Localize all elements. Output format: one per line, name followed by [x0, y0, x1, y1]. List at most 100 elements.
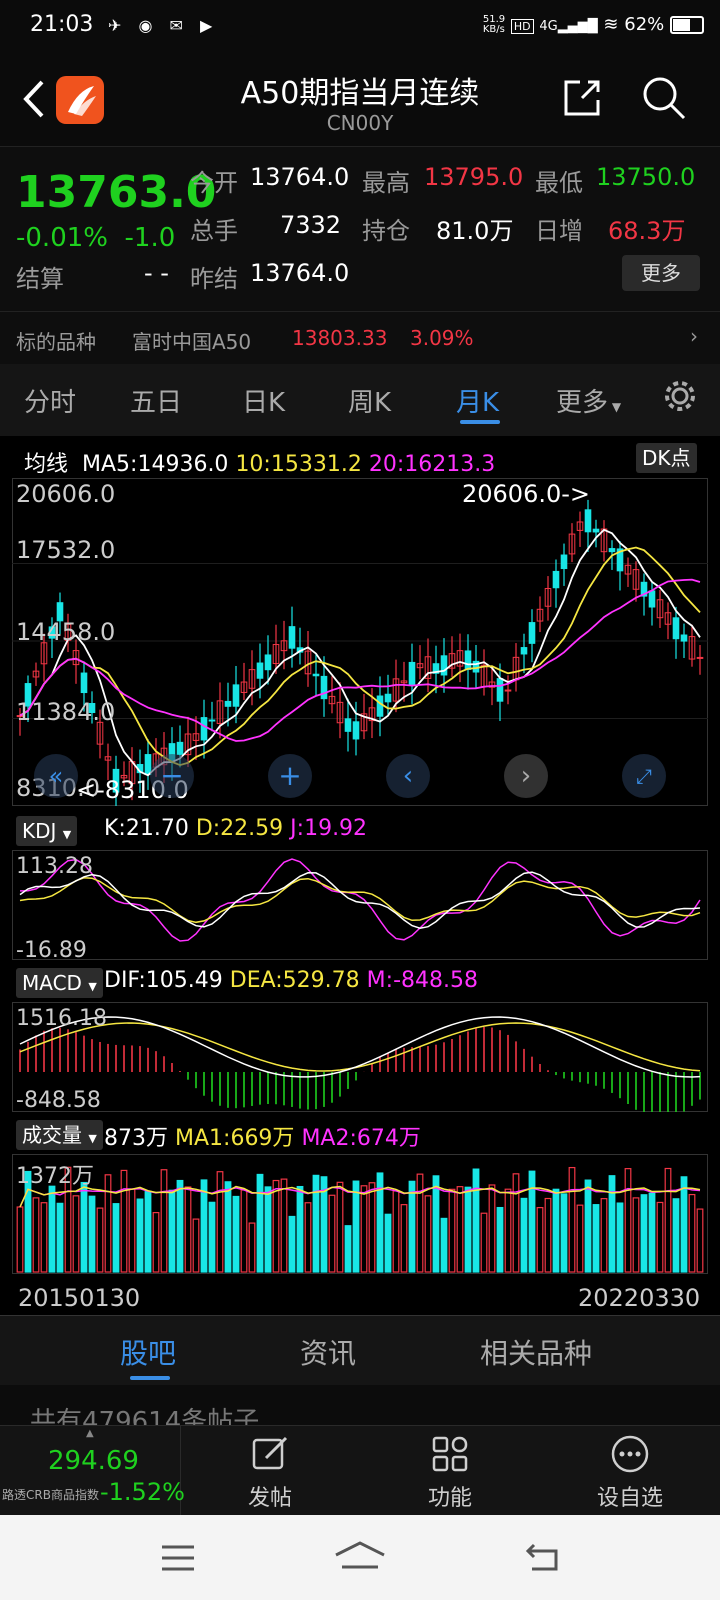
volume-current: 873万 [104, 1126, 168, 1151]
max-price-marker: 20606.0-> [462, 480, 591, 508]
tab-forum[interactable]: 股吧 [120, 1332, 176, 1372]
system-nav-bar [0, 1515, 720, 1600]
menu-icon[interactable] [160, 1543, 196, 1573]
kdj-k: K:21.70 [104, 816, 189, 841]
home-icon[interactable] [334, 1539, 386, 1573]
kline-axis-top: 20606.0 [16, 480, 116, 508]
status-time: 21:03 [30, 12, 94, 37]
volume-values: 873万 MA1:669万 MA2:674万 [104, 1120, 421, 1152]
back-nav-icon[interactable] [524, 1541, 560, 1573]
post-count: 共有479614条帖子 [30, 1407, 260, 1425]
title-bar: A50期指当月连续 CN00Y [0, 56, 720, 146]
ma5-value: MA5:14936.0 [82, 452, 229, 477]
scroll-left-button[interactable]: ‹ [386, 754, 430, 798]
notification-icons: ✈ ◉ ✉ ▶ [108, 16, 219, 35]
volume-axis-top: 1372万 [16, 1164, 94, 1189]
daily-increase-value: 68.3万 [608, 217, 686, 245]
volume-name: 成交量 [22, 1123, 82, 1147]
quote-panel: 13763.0 -0.01% -1.0 今开 13764.0 最高 13795.… [0, 146, 720, 365]
fullscreen-button[interactable]: ⤢ [622, 754, 666, 798]
zoom-out-button[interactable]: − [150, 754, 194, 798]
share-icon [564, 80, 600, 116]
macd-selector[interactable]: MACD ▼ [16, 968, 103, 998]
tab-monthly-k[interactable]: 月K [456, 382, 499, 419]
volume-label: 总手 [190, 217, 238, 245]
underlying-price: 13803.33 [292, 326, 388, 350]
search-icon [643, 77, 686, 120]
ma20-value: 20:16213.3 [368, 452, 496, 477]
scroll-right-button[interactable]: › [504, 754, 548, 798]
plus-icon: + [278, 759, 302, 792]
macd-chart [12, 1002, 708, 1112]
content-tab-indicator [130, 1376, 170, 1380]
caret-down-icon: ▼ [88, 980, 97, 993]
high-value: 13795.0 [424, 163, 524, 191]
minus-icon: − [160, 759, 184, 792]
macd-name: MACD [22, 971, 82, 995]
caret-down-icon: ▼ [88, 1132, 97, 1145]
zoom-in-button[interactable]: + [268, 754, 312, 798]
underlying-name: 富时中国A50 [132, 330, 252, 354]
post-button[interactable]: 发帖 [200, 1426, 340, 1516]
active-tab-indicator [460, 420, 500, 424]
kdj-name: KDJ [22, 819, 57, 843]
ticker-name: 路透CRB商品指数 [2, 1488, 99, 1502]
net-speed: 51.9 KB/s [482, 14, 506, 35]
date-start: 20150130 [18, 1284, 141, 1312]
tab-daily-k[interactable]: 日K [242, 382, 285, 419]
kdj-axis-bottom: -16.89 [16, 938, 87, 963]
settings-button[interactable] [662, 378, 698, 418]
add-watchlist-button[interactable]: 设自选 [560, 1426, 700, 1516]
instrument-code: CN00Y [326, 111, 394, 135]
last-price: 13763.0 [16, 167, 217, 218]
volume-value: 7332 [280, 211, 342, 239]
kline-axis-2: 17532.0 [16, 536, 116, 564]
more-quote-button[interactable]: 更多 [622, 255, 700, 291]
volume-selector[interactable]: 成交量 ▼ [16, 1120, 103, 1150]
macd-axis-top: 1516.18 [16, 1006, 107, 1031]
caret-down-icon: ▼ [62, 828, 72, 841]
change-value: -1.0 [124, 223, 176, 253]
underlying-row[interactable]: 标的品种 富时中国A50 13803.33 3.09% › [0, 311, 720, 366]
kdj-d: D:22.59 [195, 816, 284, 841]
double-chevron-left-icon: « [48, 762, 64, 790]
tab-five-day[interactable]: 五日 [130, 382, 182, 419]
function-button[interactable]: 功能 [380, 1426, 520, 1516]
hd-icon: HD [510, 19, 534, 34]
chevron-right-icon: › [520, 761, 532, 791]
macd-dea: DEA:529.78 [229, 968, 360, 993]
chevron-right-icon: › [690, 324, 698, 348]
edit-icon [252, 1436, 288, 1470]
bottom-toolbar: ▲ 294.69 路透CRB商品指数 -1.52% 发帖 功能 设自选 [0, 1425, 720, 1516]
tab-more[interactable]: 更多 ▼ [556, 382, 621, 419]
open-interest-label: 持仓 [362, 217, 410, 245]
open-interest-value: 81.0万 [436, 217, 514, 245]
macd-values: DIF:105.49 DEA:529.78 M:-848.58 [104, 968, 478, 993]
kdj-selector[interactable]: KDJ ▼ [16, 816, 78, 846]
kline-chart[interactable] [12, 478, 708, 806]
kline-axis-3: 14458.0 [16, 618, 116, 646]
tab-related[interactable]: 相关品种 [480, 1332, 592, 1372]
underlying-percent: 3.09% [410, 326, 474, 350]
caret-up-icon: ▲ [86, 1428, 94, 1439]
volume-ma2: MA2:674万 [301, 1126, 421, 1151]
content-tabs: 股吧 资讯 相关品种 [0, 1315, 720, 1386]
open-label: 今开 [190, 169, 238, 197]
rewind-button[interactable]: « [34, 754, 78, 798]
signal-icon: 4G▂▄▆█ [539, 19, 598, 34]
search-button[interactable] [640, 74, 688, 122]
ticker-widget[interactable]: ▲ 294.69 路透CRB商品指数 -1.52% [0, 1426, 185, 1516]
ma-bar: 均线 MA5:14936.0 10:15331.2 20:16213.3 [24, 446, 495, 478]
ma10-value: 10:15331.2 [235, 452, 362, 477]
add-watchlist-label: 设自选 [596, 1486, 663, 1511]
gear-icon [665, 381, 695, 411]
prev-settle-value: 13764.0 [250, 259, 350, 287]
tab-news[interactable]: 资讯 [300, 1332, 356, 1372]
ticker-percent: -1.52% [100, 1478, 185, 1506]
tab-weekly-k[interactable]: 周K [348, 382, 391, 419]
battery-percent: 62% [624, 14, 665, 35]
tab-intraday[interactable]: 分时 [24, 382, 76, 419]
share-button[interactable] [560, 76, 604, 120]
dk-point-button[interactable]: DK点 [636, 443, 697, 473]
kdj-axis-top: 113.28 [16, 854, 93, 879]
